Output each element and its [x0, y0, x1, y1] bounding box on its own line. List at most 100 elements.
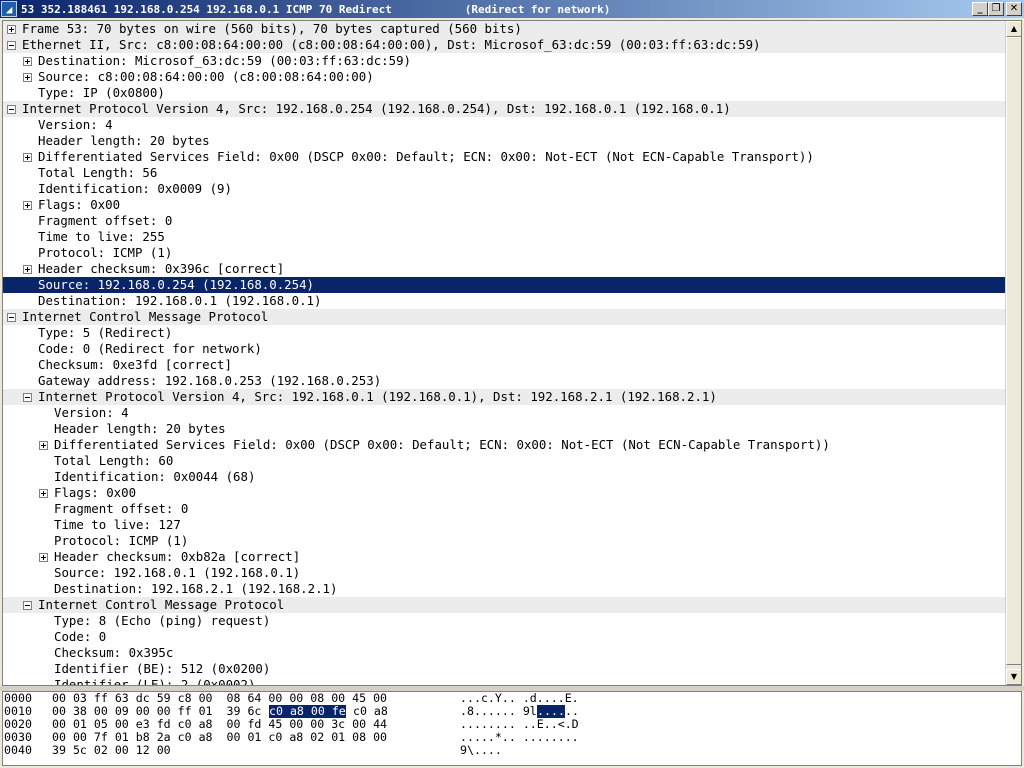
tree-item[interactable]: Internet Control Message Protocol — [3, 597, 1006, 613]
tree-item[interactable]: Frame 53: 70 bytes on wire (560 bits), 7… — [3, 21, 1006, 37]
tree-item[interactable]: Internet Protocol Version 4, Src: 192.16… — [3, 389, 1006, 405]
tree-item-label: Destination: Microsof_63:dc:59 (00:03:ff… — [38, 53, 411, 68]
tree-item-label: Internet Control Message Protocol — [38, 597, 285, 612]
scroll-thumb[interactable] — [1006, 37, 1021, 665]
tree-item[interactable]: Header length: 20 bytes — [3, 421, 1006, 437]
hex-row[interactable]: 0040 39 5c 02 00 12 00 9\.... — [3, 744, 1021, 757]
tree-item[interactable]: Protocol: ICMP (1) — [3, 245, 1006, 261]
tree-item-label: Fragment offset: 0 — [54, 501, 189, 516]
tree-item-label: Type: IP (0x0800) — [38, 85, 165, 100]
minimize-button[interactable]: _ — [972, 2, 988, 16]
maximize-button[interactable]: ❐ — [988, 2, 1004, 16]
expand-plus-icon[interactable] — [23, 265, 32, 274]
tree-item[interactable]: Protocol: ICMP (1) — [3, 533, 1006, 549]
tree-item-label: Frame 53: 70 bytes on wire (560 bits), 7… — [22, 21, 522, 36]
tree-item[interactable]: Flags: 0x00 — [3, 485, 1006, 501]
expand-plus-icon[interactable] — [23, 73, 32, 82]
tree-item[interactable]: Flags: 0x00 — [3, 197, 1006, 213]
tree-item-label: Source: 192.168.0.254 (192.168.0.254) — [38, 277, 315, 292]
tree-item-label: Identification: 0x0009 (9) — [38, 181, 232, 196]
tree-item[interactable]: Type: IP (0x0800) — [3, 85, 1006, 101]
hex-rows: 0000 00 03 ff 63 dc 59 c8 00 08 64 00 00 … — [3, 692, 1021, 757]
tree-item-label: Identifier (BE): 512 (0x0200) — [54, 661, 271, 676]
packet-bytes-pane[interactable]: 0000 00 03 ff 63 dc 59 c8 00 08 64 00 00 … — [2, 691, 1022, 766]
tree-item[interactable]: Type: 8 (Echo (ping) request) — [3, 613, 1006, 629]
tree-item-label: Total Length: 60 — [54, 453, 174, 468]
collapse-minus-icon[interactable] — [7, 105, 16, 114]
tree-item[interactable]: Destination: Microsof_63:dc:59 (00:03:ff… — [3, 53, 1006, 69]
tree-item-label: Header checksum: 0x396c [correct] — [38, 261, 285, 276]
close-button[interactable]: ✕ — [1006, 2, 1022, 16]
tree-item[interactable]: Destination: 192.168.0.1 (192.168.0.1) — [3, 293, 1006, 309]
collapse-minus-icon[interactable] — [23, 393, 32, 402]
hex-offset: 0040 — [4, 743, 32, 757]
expand-plus-icon[interactable] — [39, 441, 48, 450]
vertical-scrollbar[interactable]: ▲ ▼ — [1005, 21, 1021, 685]
tree-item-label: Differentiated Services Field: 0x00 (DSC… — [38, 149, 814, 164]
tree-item[interactable]: Internet Protocol Version 4, Src: 192.16… — [3, 101, 1006, 117]
tree-item[interactable]: Identifier (BE): 512 (0x0200) — [3, 661, 1006, 677]
tree-item-label: Version: 4 — [38, 117, 113, 132]
tree-item-label: Checksum: 0xe3fd [correct] — [38, 357, 232, 372]
tree-item-label: Protocol: ICMP (1) — [38, 245, 173, 260]
tree-item-label: Code: 0 (Redirect for network) — [38, 341, 262, 356]
expand-plus-icon[interactable] — [23, 153, 32, 162]
tree-item[interactable]: Identification: 0x0009 (9) — [3, 181, 1006, 197]
tree-item[interactable]: Header length: 20 bytes — [3, 133, 1006, 149]
tree-item[interactable]: Type: 5 (Redirect) — [3, 325, 1006, 341]
tree-item-label: Flags: 0x00 — [38, 197, 121, 212]
tree-item-label: Time to live: 255 — [38, 229, 165, 244]
tree-item[interactable]: Differentiated Services Field: 0x00 (DSC… — [3, 149, 1006, 165]
tree-item[interactable]: Time to live: 127 — [3, 517, 1006, 533]
tree-item[interactable]: Checksum: 0x395c — [3, 645, 1006, 661]
tree-item-label: Internet Protocol Version 4, Src: 192.16… — [22, 101, 731, 116]
tree-item[interactable]: Code: 0 — [3, 629, 1006, 645]
tree-item[interactable]: Identifier (LE): 2 (0x0002) — [3, 677, 1006, 685]
tree-item[interactable]: Source: 192.168.0.254 (192.168.0.254) — [3, 277, 1006, 293]
expand-plus-icon[interactable] — [39, 553, 48, 562]
tree-item[interactable]: Code: 0 (Redirect for network) — [3, 341, 1006, 357]
tree-item[interactable]: Version: 4 — [3, 117, 1006, 133]
tree-item[interactable]: Differentiated Services Field: 0x00 (DSC… — [3, 437, 1006, 453]
tree-item[interactable]: Header checksum: 0x396c [correct] — [3, 261, 1006, 277]
tree-item[interactable]: Version: 4 — [3, 405, 1006, 421]
tree-item[interactable]: Destination: 192.168.2.1 (192.168.2.1) — [3, 581, 1006, 597]
tree-item[interactable]: Header checksum: 0xb82a [correct] — [3, 549, 1006, 565]
tree-item-label: Header length: 20 bytes — [38, 133, 210, 148]
tree-item[interactable]: Checksum: 0xe3fd [correct] — [3, 357, 1006, 373]
tree-item-label: Destination: 192.168.2.1 (192.168.2.1) — [54, 581, 338, 596]
tree-item[interactable]: Identification: 0x0044 (68) — [3, 469, 1006, 485]
tree-item-label: Internet Control Message Protocol — [22, 309, 269, 324]
scroll-up-arrow-icon[interactable]: ▲ — [1006, 21, 1021, 37]
wireshark-fin-icon: ◢ — [1, 1, 17, 17]
tree-item[interactable]: Time to live: 255 — [3, 229, 1006, 245]
tree-item[interactable]: Source: c8:00:08:64:00:00 (c8:00:08:64:0… — [3, 69, 1006, 85]
tree-item[interactable]: Gateway address: 192.168.0.253 (192.168.… — [3, 373, 1006, 389]
tree-item[interactable]: Total Length: 56 — [3, 165, 1006, 181]
expand-plus-icon[interactable] — [23, 201, 32, 210]
packet-details-tree[interactable]: Frame 53: 70 bytes on wire (560 bits), 7… — [2, 20, 1022, 686]
tree-item-label: Identification: 0x0044 (68) — [54, 469, 256, 484]
tree-item[interactable]: Ethernet II, Src: c8:00:08:64:00:00 (c8:… — [3, 37, 1006, 53]
collapse-minus-icon[interactable] — [7, 313, 16, 322]
tree-item[interactable]: Source: 192.168.0.1 (192.168.0.1) — [3, 565, 1006, 581]
expand-plus-icon[interactable] — [7, 25, 16, 34]
tree-item-label: Flags: 0x00 — [54, 485, 137, 500]
collapse-minus-icon[interactable] — [23, 601, 32, 610]
tree-item-label: Source: 192.168.0.1 (192.168.0.1) — [54, 565, 301, 580]
tree-item[interactable]: Fragment offset: 0 — [3, 213, 1006, 229]
collapse-minus-icon[interactable] — [7, 41, 16, 50]
tree-item-label: Time to live: 127 — [54, 517, 181, 532]
expand-plus-icon[interactable] — [39, 489, 48, 498]
scroll-down-arrow-icon[interactable]: ▼ — [1006, 669, 1021, 685]
tree-item-label: Differentiated Services Field: 0x00 (DSC… — [54, 437, 830, 452]
tree-item-label: Ethernet II, Src: c8:00:08:64:00:00 (c8:… — [22, 37, 761, 52]
tree-item[interactable]: Total Length: 60 — [3, 453, 1006, 469]
hex-bytes: 39 5c 02 00 12 00 — [52, 743, 171, 757]
tree-item[interactable]: Internet Control Message Protocol — [3, 309, 1006, 325]
tree-item[interactable]: Fragment offset: 0 — [3, 501, 1006, 517]
expand-plus-icon[interactable] — [23, 57, 32, 66]
tree-item-label: Version: 4 — [54, 405, 129, 420]
window-controls: _ ❐ ✕ — [972, 2, 1022, 16]
tree-item-label: Protocol: ICMP (1) — [54, 533, 189, 548]
